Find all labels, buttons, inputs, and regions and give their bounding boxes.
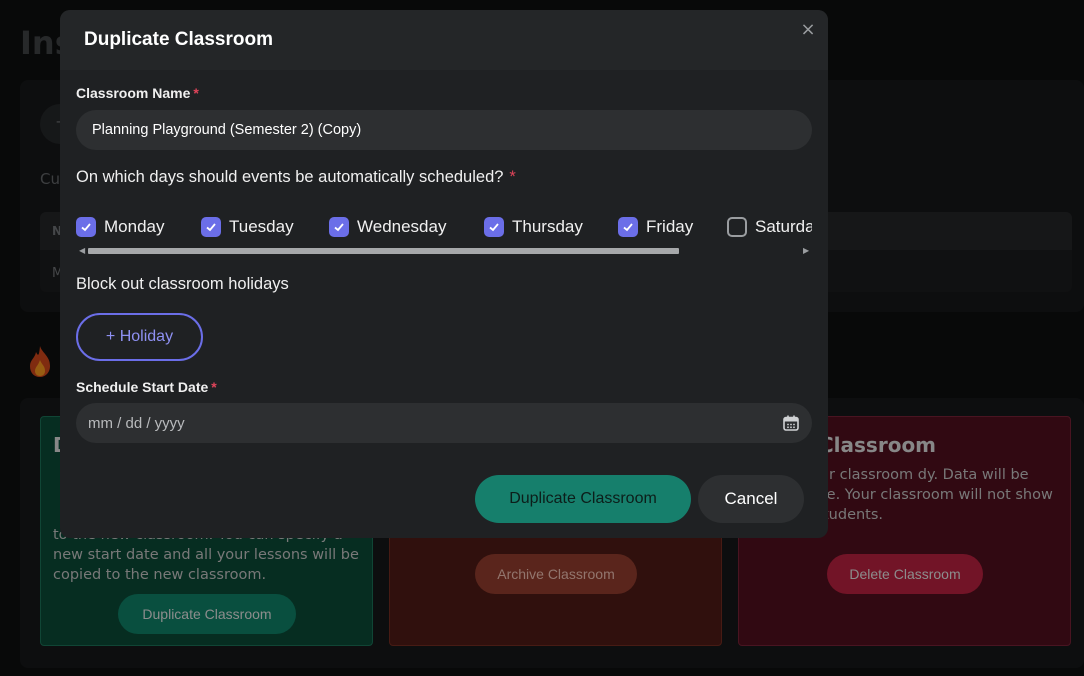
day-label: Saturday xyxy=(755,217,812,236)
day-checkbox-thursday[interactable]: Thursday xyxy=(484,212,583,242)
required-mark: * xyxy=(211,379,217,395)
checkbox-checked-icon[interactable] xyxy=(201,217,221,237)
classroom-name-label-text: Classroom Name xyxy=(76,85,191,101)
schedule-days-question-text: On which days should events be automatic… xyxy=(76,168,504,186)
day-checkbox-saturday[interactable]: Saturday xyxy=(727,212,812,242)
modal-title: Duplicate Classroom xyxy=(84,29,273,50)
day-checkbox-wednesday[interactable]: Wednesday xyxy=(329,212,446,242)
classroom-name-label: Classroom Name * xyxy=(76,85,199,101)
checkbox-unchecked-icon[interactable] xyxy=(727,217,747,237)
add-holiday-button[interactable]: + Holiday xyxy=(76,313,203,361)
day-label: Friday xyxy=(646,217,694,236)
date-placeholder: mm / dd / yyyy xyxy=(88,414,185,432)
checkbox-checked-icon[interactable] xyxy=(76,217,96,237)
start-date-label: Schedule Start Date * xyxy=(76,379,217,395)
cancel-button[interactable]: Cancel xyxy=(698,475,804,523)
day-label: Monday xyxy=(104,217,165,236)
day-checkbox-friday[interactable]: Friday xyxy=(618,212,693,242)
days-checkbox-row[interactable]: Monday Tuesday Wednesday Thursday Friday… xyxy=(76,212,812,242)
scroll-right-arrow-icon[interactable]: ▶ xyxy=(803,246,809,256)
duplicate-classroom-modal: Duplicate Classroom × Classroom Name * Pl… xyxy=(60,10,828,538)
start-date-label-text: Schedule Start Date xyxy=(76,379,209,395)
checkbox-checked-icon[interactable] xyxy=(618,217,638,237)
day-label: Tuesday xyxy=(229,217,294,236)
scrollbar-thumb[interactable] xyxy=(88,248,679,254)
scroll-left-arrow-icon[interactable]: ◀ xyxy=(79,246,85,256)
days-scrollbar[interactable]: ◀ ▶ xyxy=(76,246,812,256)
modal-header: Duplicate Classroom × xyxy=(60,10,828,70)
calendar-icon[interactable] xyxy=(782,414,800,432)
start-date-input[interactable]: mm / dd / yyyy xyxy=(76,403,812,443)
day-label: Wednesday xyxy=(357,217,447,236)
schedule-days-question: On which days should events be automatic… xyxy=(76,168,516,187)
required-mark: * xyxy=(193,85,199,101)
holidays-heading: Block out classroom holidays xyxy=(76,275,289,293)
duplicate-classroom-submit-button[interactable]: Duplicate Classroom xyxy=(475,475,691,523)
classroom-name-input[interactable]: Planning Playground (Semester 2) (Copy) xyxy=(76,110,812,150)
day-label: Thursday xyxy=(512,217,583,236)
day-checkbox-monday[interactable]: Monday xyxy=(76,212,164,242)
checkbox-checked-icon[interactable] xyxy=(484,217,504,237)
required-mark: * xyxy=(509,168,516,186)
checkbox-checked-icon[interactable] xyxy=(329,217,349,237)
day-checkbox-tuesday[interactable]: Tuesday xyxy=(201,212,294,242)
close-icon[interactable]: × xyxy=(798,20,818,40)
